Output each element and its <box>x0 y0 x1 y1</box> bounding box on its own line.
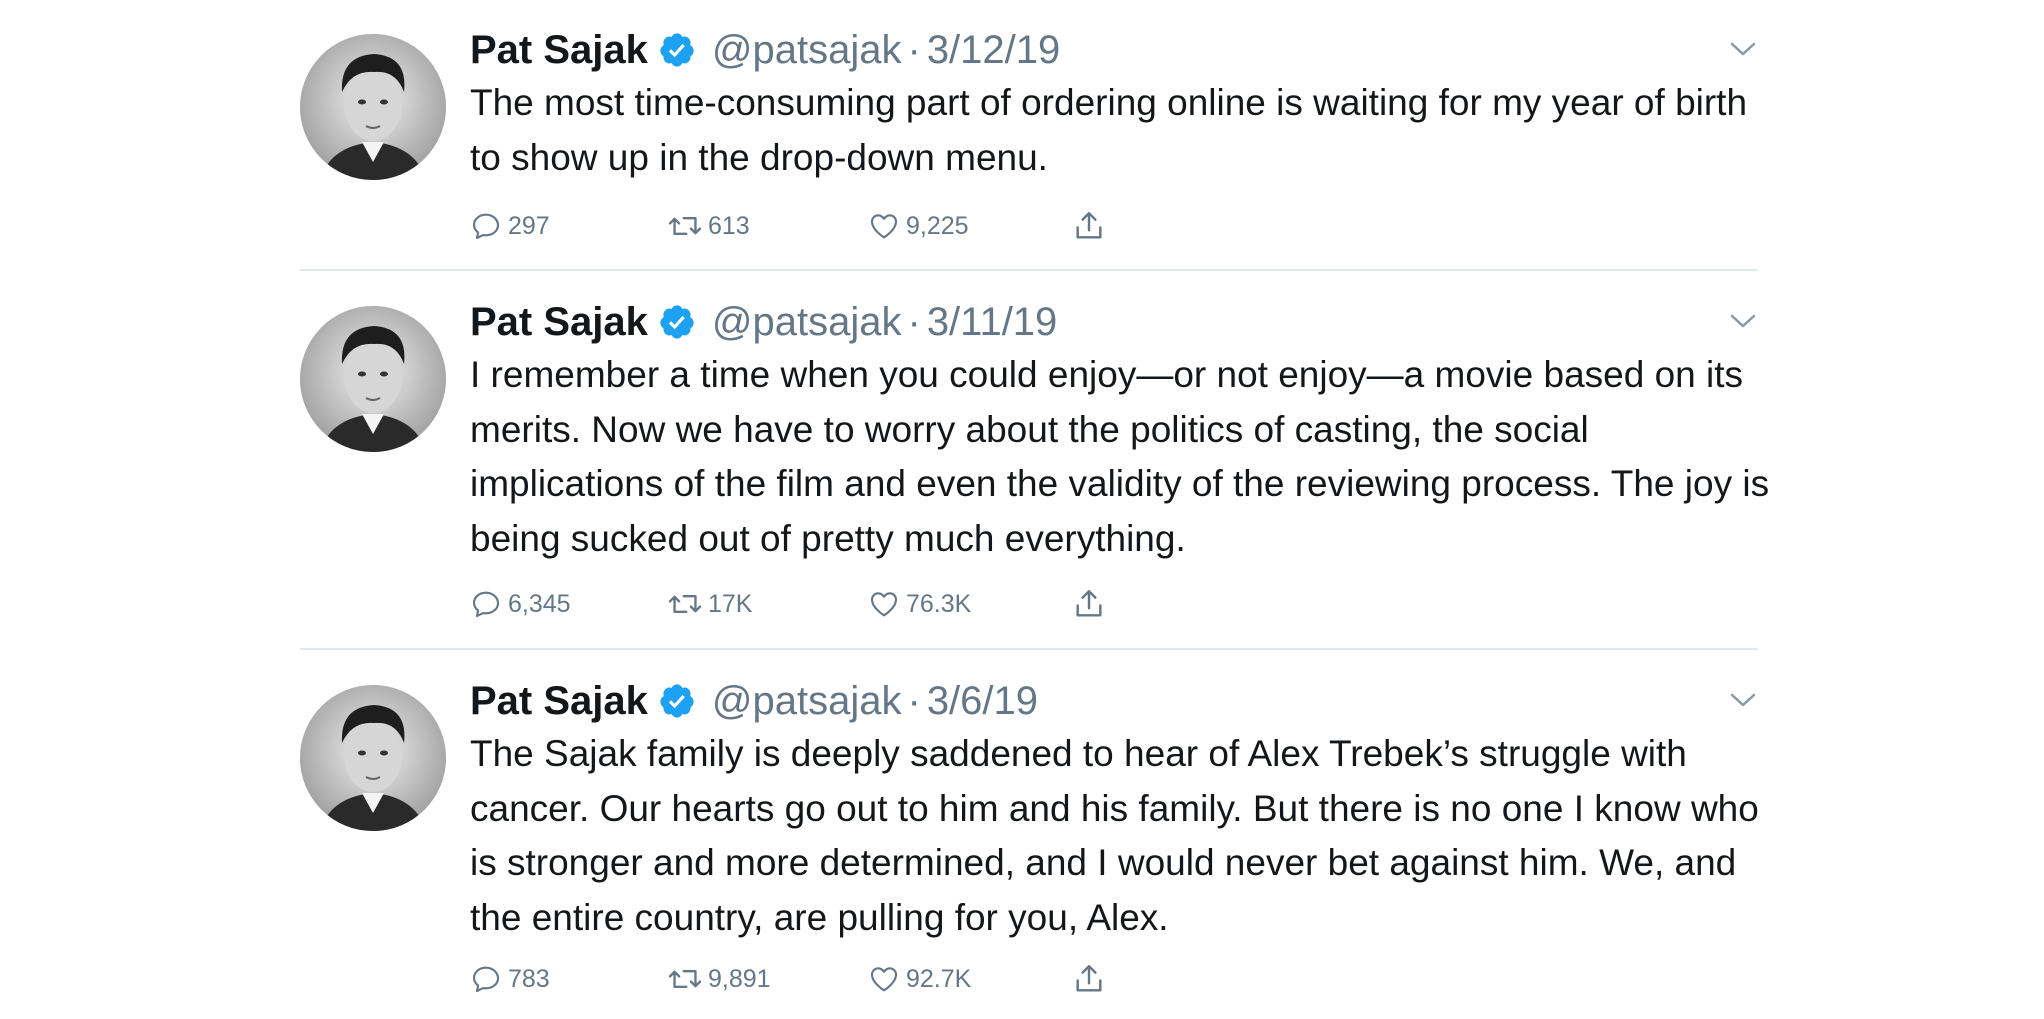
avatar[interactable] <box>300 685 446 831</box>
reply-icon <box>472 966 500 993</box>
chevron-down-icon[interactable] <box>1728 308 1758 334</box>
retweet-button[interactable]: 17K <box>668 584 752 624</box>
share-icon <box>1076 965 1102 992</box>
tweet-divider <box>300 648 1758 650</box>
avatar[interactable] <box>300 306 446 452</box>
retweet-count: 17K <box>708 589 753 618</box>
reply-button[interactable]: 783 <box>470 959 550 999</box>
tweet[interactable]: Pat Sajak @patsajak · 3/11/19 I remember… <box>300 296 1769 647</box>
share-button[interactable] <box>1072 206 1112 246</box>
like-button[interactable]: 92.7K <box>868 959 971 999</box>
reply-button[interactable]: 297 <box>470 206 550 246</box>
author-handle[interactable]: @patsajak <box>712 675 902 727</box>
tweet-date[interactable]: 3/12/19 <box>927 24 1060 76</box>
like-button[interactable]: 76.3K <box>868 584 971 624</box>
retweet-icon <box>668 969 702 989</box>
share-icon <box>1076 590 1102 617</box>
reply-icon <box>472 213 500 240</box>
separator-dot: · <box>907 28 921 72</box>
share-button[interactable] <box>1072 584 1112 624</box>
author-handle[interactable]: @patsajak <box>712 24 902 76</box>
author-name[interactable]: Pat Sajak <box>470 675 648 727</box>
heart-icon <box>870 592 898 617</box>
retweet-button[interactable]: 9,891 <box>668 959 771 999</box>
reply-icon <box>472 591 500 618</box>
reply-count: 297 <box>508 211 550 240</box>
author-name[interactable]: Pat Sajak <box>470 296 648 348</box>
verified-badge-icon <box>658 303 696 341</box>
verified-badge-icon <box>658 31 696 69</box>
reply-count: 783 <box>508 964 550 993</box>
tweet-text: I remember a time when you could enjoy—o… <box>470 354 1770 559</box>
retweet-button[interactable]: 613 <box>668 206 750 246</box>
separator-dot: · <box>907 300 921 344</box>
author-name[interactable]: Pat Sajak <box>470 24 648 76</box>
author-handle[interactable]: @patsajak <box>712 296 902 348</box>
tweet-text: The Sajak family is deeply saddened to h… <box>470 733 1759 938</box>
heart-icon <box>870 214 898 239</box>
share-button[interactable] <box>1072 959 1112 999</box>
retweet-count: 9,891 <box>708 964 771 993</box>
tweet-header: Pat Sajak @patsajak · 3/12/19 <box>470 24 1060 76</box>
tweet-text: The most time-consuming part of ordering… <box>470 82 1748 178</box>
reply-count: 6,345 <box>508 589 571 618</box>
avatar[interactable] <box>300 34 446 180</box>
tweet-header: Pat Sajak @patsajak · 3/11/19 <box>470 296 1057 348</box>
verified-badge-icon <box>658 682 696 720</box>
chevron-down-icon[interactable] <box>1728 36 1758 62</box>
tweet[interactable]: Pat Sajak @patsajak · 3/6/19 The Sajak f… <box>300 675 1759 1019</box>
tweet[interactable]: Pat Sajak @patsajak · 3/12/19 The most t… <box>300 24 1758 270</box>
like-count: 92.7K <box>906 964 972 993</box>
retweet-count: 613 <box>708 211 750 240</box>
share-icon <box>1076 212 1102 239</box>
like-count: 76.3K <box>906 589 972 618</box>
tweet-date[interactable]: 3/6/19 <box>927 675 1038 727</box>
like-count: 9,225 <box>906 211 969 240</box>
like-button[interactable]: 9,225 <box>868 206 969 246</box>
retweet-icon <box>668 594 702 614</box>
tweet-date[interactable]: 3/11/19 <box>927 296 1058 348</box>
heart-icon <box>870 967 898 992</box>
tweet-header: Pat Sajak @patsajak · 3/6/19 <box>470 675 1038 727</box>
retweet-icon <box>668 216 702 236</box>
separator-dot: · <box>907 679 921 723</box>
tweet-divider <box>300 269 1758 271</box>
reply-button[interactable]: 6,345 <box>470 584 571 624</box>
chevron-down-icon[interactable] <box>1728 687 1758 713</box>
tweet-feed: Pat Sajak @patsajak · 3/12/19 The most t… <box>0 0 2044 1019</box>
